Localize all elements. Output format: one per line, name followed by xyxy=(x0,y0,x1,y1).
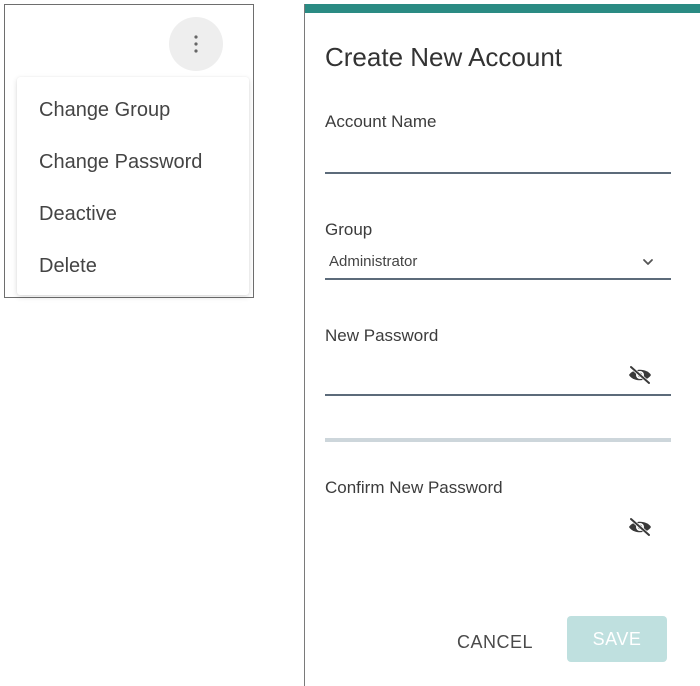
new-password-underline xyxy=(325,394,671,396)
menu-item-change-group[interactable]: Change Group xyxy=(39,99,170,122)
dialog-title: Create New Account xyxy=(325,42,563,72)
cancel-button[interactable]: CANCEL xyxy=(445,622,545,662)
context-menu: Change Group Change Password Deactive De… xyxy=(17,77,249,295)
save-button[interactable]: SAVE xyxy=(567,616,667,662)
account-name-underline xyxy=(325,172,671,174)
account-name-label: Account Name xyxy=(325,112,437,131)
group-select-underline xyxy=(325,278,671,280)
menu-item-deactive[interactable]: Deactive xyxy=(39,203,117,226)
more-options-button[interactable] xyxy=(169,17,223,71)
create-account-dialog: Create New Account Account Name Group Ad… xyxy=(304,4,700,686)
eye-off-icon[interactable] xyxy=(627,364,653,386)
more-vertical-icon xyxy=(194,35,198,53)
group-select-value[interactable]: Administrator xyxy=(329,253,417,270)
new-password-input[interactable] xyxy=(325,362,625,390)
new-password-label: New Password xyxy=(325,326,439,345)
section-divider xyxy=(325,438,671,442)
menu-item-change-password[interactable]: Change Password xyxy=(39,151,202,174)
chevron-down-icon[interactable] xyxy=(641,255,655,269)
eye-off-icon[interactable] xyxy=(627,516,653,538)
account-actions-panel: Change Group Change Password Deactive De… xyxy=(4,4,254,298)
menu-item-delete[interactable]: Delete xyxy=(39,255,97,278)
group-label: Group xyxy=(325,220,373,239)
confirm-password-label: Confirm New Password xyxy=(325,478,503,497)
account-name-input[interactable] xyxy=(325,142,625,170)
confirm-password-input[interactable] xyxy=(325,514,625,542)
dialog-accent-bar xyxy=(305,4,700,13)
